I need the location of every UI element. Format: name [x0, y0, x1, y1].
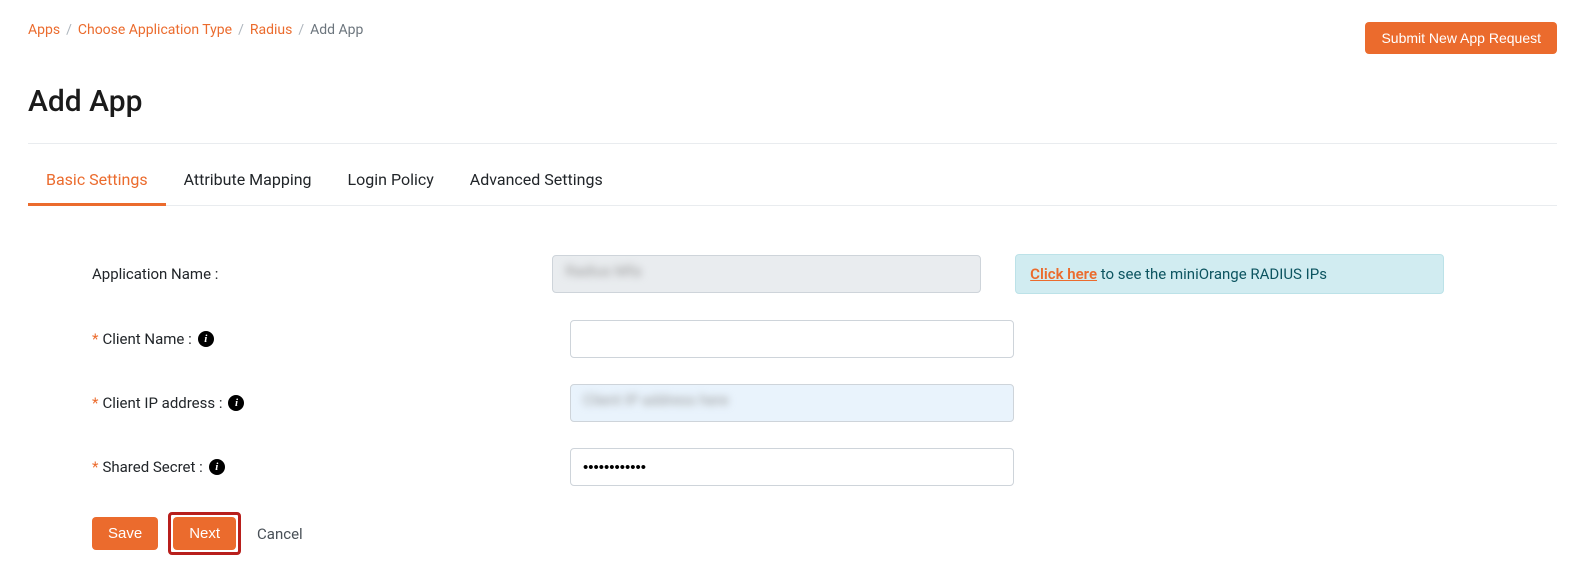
info-text: to see the miniOrange RADIUS IPs: [1097, 265, 1327, 283]
save-button[interactable]: Save: [92, 517, 158, 550]
cancel-link[interactable]: Cancel: [257, 525, 303, 543]
page-title: Add App: [28, 84, 1557, 119]
breadcrumb-sep: /: [298, 22, 304, 38]
click-here-link[interactable]: Click here: [1030, 265, 1097, 283]
tab-basic-settings[interactable]: Basic Settings: [28, 158, 166, 206]
submit-new-app-button[interactable]: Submit New App Request: [1365, 22, 1557, 54]
client-name-input[interactable]: [570, 320, 1014, 358]
breadcrumb: Apps / Choose Application Type / Radius …: [28, 22, 363, 38]
shared-secret-label: *Shared Secret : i: [92, 458, 570, 476]
tab-attribute-mapping[interactable]: Attribute Mapping: [166, 158, 330, 206]
info-icon[interactable]: i: [209, 459, 225, 475]
breadcrumb-sep: /: [238, 22, 244, 38]
next-button[interactable]: Next: [173, 517, 236, 550]
divider: [28, 143, 1557, 144]
breadcrumb-choose-type[interactable]: Choose Application Type: [78, 22, 232, 38]
next-highlight-box: Next: [168, 512, 241, 555]
breadcrumb-sep: /: [66, 22, 72, 38]
client-name-label: *Client Name : i: [92, 330, 570, 348]
breadcrumb-apps[interactable]: Apps: [28, 22, 60, 38]
info-icon[interactable]: i: [198, 331, 214, 347]
application-name-label: Application Name :: [92, 265, 552, 283]
tab-login-policy[interactable]: Login Policy: [330, 158, 452, 206]
client-ip-label: *Client IP address : i: [92, 394, 570, 412]
breadcrumb-radius[interactable]: Radius: [250, 22, 293, 38]
client-ip-input[interactable]: Client IP address here: [570, 384, 1014, 422]
radius-ips-info: Click here to see the miniOrange RADIUS …: [1015, 254, 1444, 294]
shared-secret-input[interactable]: [570, 448, 1014, 486]
info-icon[interactable]: i: [228, 395, 244, 411]
tab-advanced-settings[interactable]: Advanced Settings: [452, 158, 621, 206]
tabs: Basic Settings Attribute Mapping Login P…: [28, 158, 1557, 206]
breadcrumb-current: Add App: [310, 22, 363, 38]
application-name-input[interactable]: Radius Mfa: [552, 255, 981, 293]
